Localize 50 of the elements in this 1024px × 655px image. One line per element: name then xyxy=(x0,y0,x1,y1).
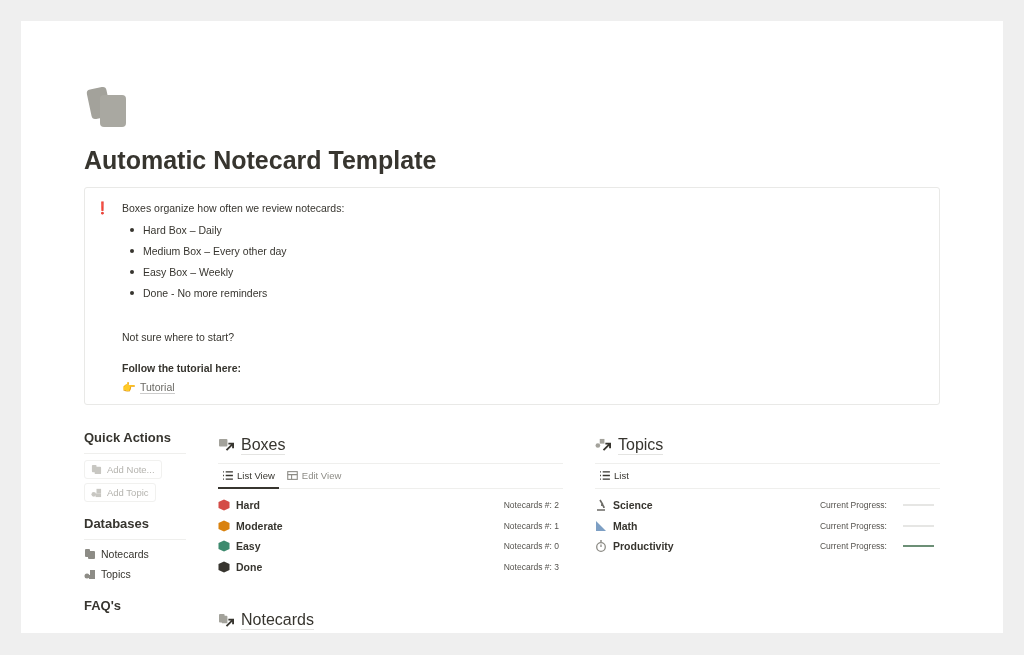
table-icon xyxy=(286,471,298,480)
progress-label: Current Progress: xyxy=(819,520,887,531)
row-title[interactable]: Hard xyxy=(236,499,498,512)
row-title[interactable]: Done xyxy=(236,560,498,573)
shapes-icon xyxy=(84,568,96,580)
notecard-count: Notecards #: 2 xyxy=(503,500,559,511)
view-tab[interactable]: List xyxy=(595,464,633,489)
triangle-ruler-icon xyxy=(595,519,607,532)
bullet-text: Medium Box – Every other day xyxy=(143,244,287,257)
linked-boxes-icon xyxy=(218,438,235,453)
database-link[interactable]: Notecards xyxy=(84,546,186,562)
microscope-icon xyxy=(595,499,607,512)
stopwatch-icon xyxy=(595,540,607,553)
database-title[interactable]: Notecards xyxy=(241,611,314,630)
database-title[interactable]: Topics xyxy=(618,436,664,455)
tutorial-link[interactable]: Tutorial xyxy=(140,381,175,394)
progress-label: Current Progress: xyxy=(819,500,887,511)
callout-text: Boxes organize how often we review notecards: xyxy=(122,201,345,216)
shapes-icon xyxy=(91,487,102,498)
notecard-count: Notecards #: 1 xyxy=(503,520,559,531)
callout-text: Follow the tutorial here: xyxy=(122,361,242,376)
exclamation-icon: ❗ xyxy=(95,200,110,394)
view-tab[interactable]: List View xyxy=(218,464,279,489)
row-title[interactable]: Productivity xyxy=(613,540,814,553)
section-heading: Quick Actions xyxy=(84,430,186,454)
database-title[interactable]: Boxes xyxy=(241,436,286,455)
section-heading: FAQ's xyxy=(84,598,123,615)
notecard-count: Notecards #: 3 xyxy=(503,561,559,572)
section-heading: Databases xyxy=(84,516,186,540)
list-icon xyxy=(599,471,610,480)
cards-icon xyxy=(84,548,96,560)
row-title[interactable]: Moderate xyxy=(236,519,498,532)
linked-shapes-icon xyxy=(595,438,612,453)
notecard-count: Notecards #: 0 xyxy=(503,541,559,552)
linked-cards-icon xyxy=(218,613,235,628)
row-title[interactable]: Easy xyxy=(236,540,498,553)
progress-bar xyxy=(903,545,934,548)
view-tab[interactable]: Edit View xyxy=(282,464,346,489)
callout-text: Not sure where to start? xyxy=(122,330,236,345)
bullet-text: Hard Box – Daily xyxy=(143,223,222,236)
row-title[interactable]: Science xyxy=(613,499,814,512)
database-link[interactable]: Topics xyxy=(84,566,186,582)
list-icon xyxy=(222,471,233,480)
row-title[interactable]: Math xyxy=(613,519,814,532)
page-title: Automatic Notecard Template xyxy=(84,146,438,175)
bullet-text: Easy Box – Weekly xyxy=(143,265,234,278)
cards-icon xyxy=(91,464,102,475)
bullet-text: Done - No more reminders xyxy=(143,286,268,299)
progress-label: Current Progress: xyxy=(819,541,887,552)
pointing-hand-icon: 👉 xyxy=(122,381,136,394)
